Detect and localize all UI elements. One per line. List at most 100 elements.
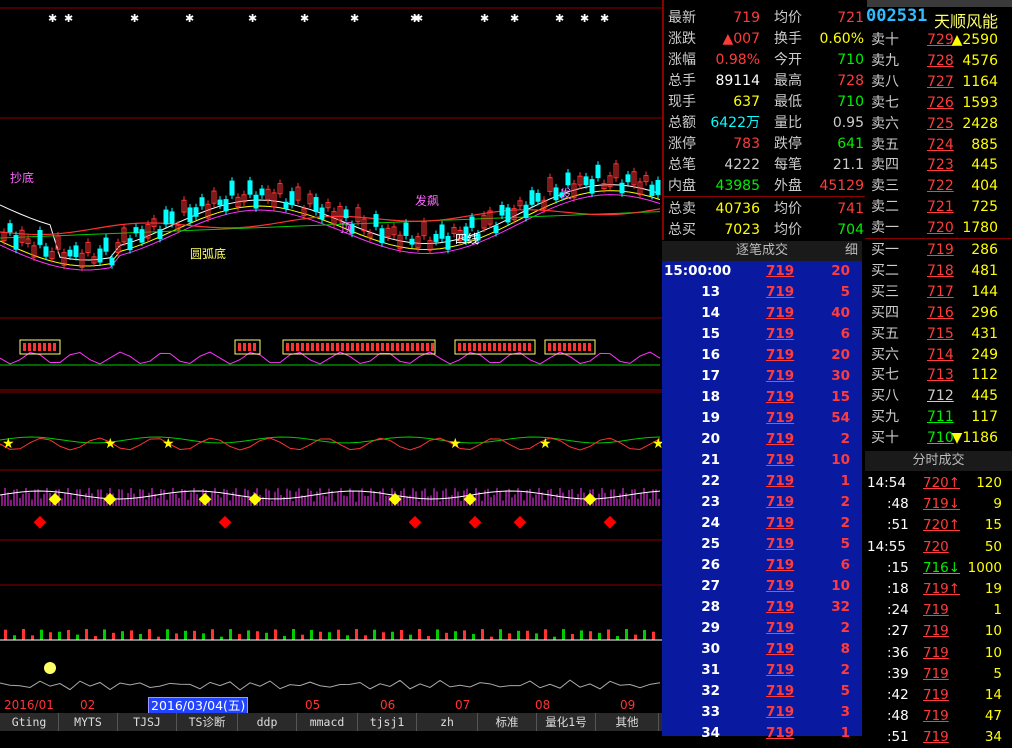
volume-bar — [256, 631, 259, 640]
bid-row[interactable]: 买三 717 144 — [865, 282, 1012, 303]
signal-bar — [291, 343, 294, 351]
signal-bar — [243, 343, 246, 351]
tab-tjsj[interactable]: TJSJ — [118, 713, 177, 731]
tab-standard[interactable]: 标准 — [478, 713, 537, 731]
bid-row[interactable]: 买六 714 249 — [865, 345, 1012, 366]
time-share-row: :51 720↑ 15 — [865, 515, 1012, 536]
ask-row[interactable]: 卖八 727 1164 — [865, 72, 1012, 93]
quote-value: 704 — [837, 222, 864, 238]
quote-label: 换手 — [774, 31, 802, 47]
tick-time: 15:00:00 — [664, 263, 732, 279]
fen-price: 719 — [923, 729, 949, 746]
signal-bar — [43, 343, 46, 351]
signal-bar — [48, 343, 51, 351]
ask-row[interactable]: 卖一 720 1780 — [865, 218, 1012, 239]
book-volume: 404 — [971, 178, 998, 195]
book-price: 724 — [927, 136, 954, 153]
time-share-list[interactable]: 分时成交 14:54 720↑ 120:48 719↓ 9:51 720↑ 15 14:55 7… — [865, 451, 1012, 745]
bid-row[interactable]: 买七 713 112 — [865, 365, 1012, 386]
book-label: 卖一 — [871, 220, 899, 237]
fen-time: :18 — [887, 581, 909, 597]
indicator-tabs: Gting MYTS TJSJ TS诊断 ddp mmacd tjsj1 zh … — [0, 713, 662, 731]
diamond-marker — [103, 492, 117, 506]
tab-tjsj1[interactable]: tjsj1 — [358, 713, 417, 731]
tab-quant-1[interactable]: 量化1号 — [537, 713, 596, 731]
signal-bar — [376, 343, 379, 351]
time-share-row: :27 719 10 — [865, 621, 1012, 642]
volume-bar — [94, 636, 97, 640]
volume-bar — [346, 635, 349, 640]
volume-bar — [247, 630, 250, 640]
bid-row[interactable]: 买九 711 117 — [865, 407, 1012, 428]
ask-row[interactable]: 卖十 729 ▲2590 — [865, 30, 1012, 51]
tab-gting[interactable]: Gting — [0, 713, 59, 731]
volume-bar — [229, 629, 232, 640]
ask-row[interactable]: 卖六 725 2428 — [865, 114, 1012, 135]
tick-detail-tab[interactable]: 细 — [845, 241, 858, 261]
tab-ts-diagnosis[interactable]: TS诊断 — [177, 713, 238, 731]
book-price: 729 — [927, 32, 954, 48]
ma-line-red — [0, 208, 661, 236]
volume-bar — [598, 632, 601, 640]
book-price: 711 — [927, 409, 954, 426]
fen-volume: 50 — [984, 538, 1002, 555]
fen-volume: 9 — [993, 496, 1002, 513]
quote-row: 涨跌 ▲007 换手 0.60% — [666, 29, 866, 50]
chart-annotation: 顶 — [340, 221, 352, 235]
bid-row[interactable]: 买一 719 286 — [865, 240, 1012, 261]
fen-time: :24 — [887, 602, 909, 619]
signal-bar — [513, 343, 516, 351]
tab-zh[interactable]: zh — [417, 713, 478, 731]
quote-row: 总买 7023 均价 704 — [666, 220, 866, 241]
tick-row: 22 719 1 — [662, 471, 862, 492]
signal-bar — [473, 343, 476, 351]
bid-row[interactable]: 买四 716 296 — [865, 303, 1012, 324]
quote-label: 最低 — [774, 94, 802, 110]
signal-bar — [426, 343, 429, 351]
kline-chart-area[interactable]: ✱ ✱ ✱ ✱ ✱ ✱ ✱ ✱ ✱ ✱ ✱ ✱ ✱ ✱ 圆弧底 发飙 四线 抄底顶发 ★ ★ ★ ★ ★ ★ — [0, 0, 662, 736]
indicator-line — [0, 490, 661, 500]
volume-bar — [139, 633, 142, 640]
tab-other[interactable]: 其他 — [596, 713, 659, 731]
candle-body — [499, 204, 505, 216]
fen-time: :51 — [887, 729, 909, 746]
time-share-row: :42 719 14 — [865, 685, 1012, 706]
ask-row[interactable]: 卖二 721 725 — [865, 197, 1012, 218]
signal-bar — [503, 343, 506, 351]
quote-value: 45129 — [819, 178, 864, 194]
tick-volume: 8 — [840, 641, 850, 657]
signal-bar — [458, 343, 461, 351]
tick-time: 27 — [701, 578, 720, 594]
ask-row[interactable]: 卖四 723 445 — [865, 155, 1012, 176]
chart-canvas[interactable]: ✱ ✱ ✱ ✱ ✱ ✱ ✱ ✱✱ ✱ ✱ ✱ ✱ ✱圆弧底发飙四线抄底顶发★ ★ ★ ★ ★ ★ — [0, 0, 662, 713]
bid-row[interactable]: 买五 715 431 — [865, 324, 1012, 345]
candle-body — [127, 238, 133, 251]
volume-bar — [76, 634, 79, 640]
volume-bar — [373, 629, 376, 640]
ask-row[interactable]: 卖五 724 885 — [865, 135, 1012, 156]
ask-row[interactable]: 卖九 728 4576 — [865, 51, 1012, 72]
star-marker: ✱ — [600, 12, 609, 25]
volume-bar — [121, 631, 124, 640]
bid-row[interactable]: 买八 712 445 — [865, 386, 1012, 407]
quote-label: 涨跌 — [668, 31, 696, 47]
volume-bar — [391, 631, 394, 640]
signal-bar — [311, 343, 314, 351]
bid-row[interactable]: 买二 718 481 — [865, 261, 1012, 282]
volume-bar — [112, 632, 115, 640]
ask-row[interactable]: 卖三 722 404 — [865, 176, 1012, 197]
quote-value: 0.60% — [819, 31, 864, 47]
ask-row[interactable]: 卖七 726 1593 — [865, 93, 1012, 114]
book-volume: 725 — [971, 199, 998, 216]
book-price: 718 — [927, 262, 954, 279]
volume-bar — [292, 629, 295, 640]
tab-myts[interactable]: MYTS — [59, 713, 118, 731]
tick-price: 719 — [766, 431, 795, 447]
bid-row[interactable]: 买十 710 ▼1186 — [865, 428, 1012, 449]
quote-label: 内盘 — [668, 178, 696, 194]
tick-list[interactable]: 逐笔成交 细 15:00:00 719 20 13 719 5 14 719 40 15 719 6 1… — [662, 241, 862, 741]
book-price: 714 — [927, 346, 954, 363]
tab-ddp[interactable]: ddp — [238, 713, 297, 731]
book-label: 卖九 — [871, 52, 899, 69]
tab-mmacd[interactable]: mmacd — [297, 713, 358, 731]
